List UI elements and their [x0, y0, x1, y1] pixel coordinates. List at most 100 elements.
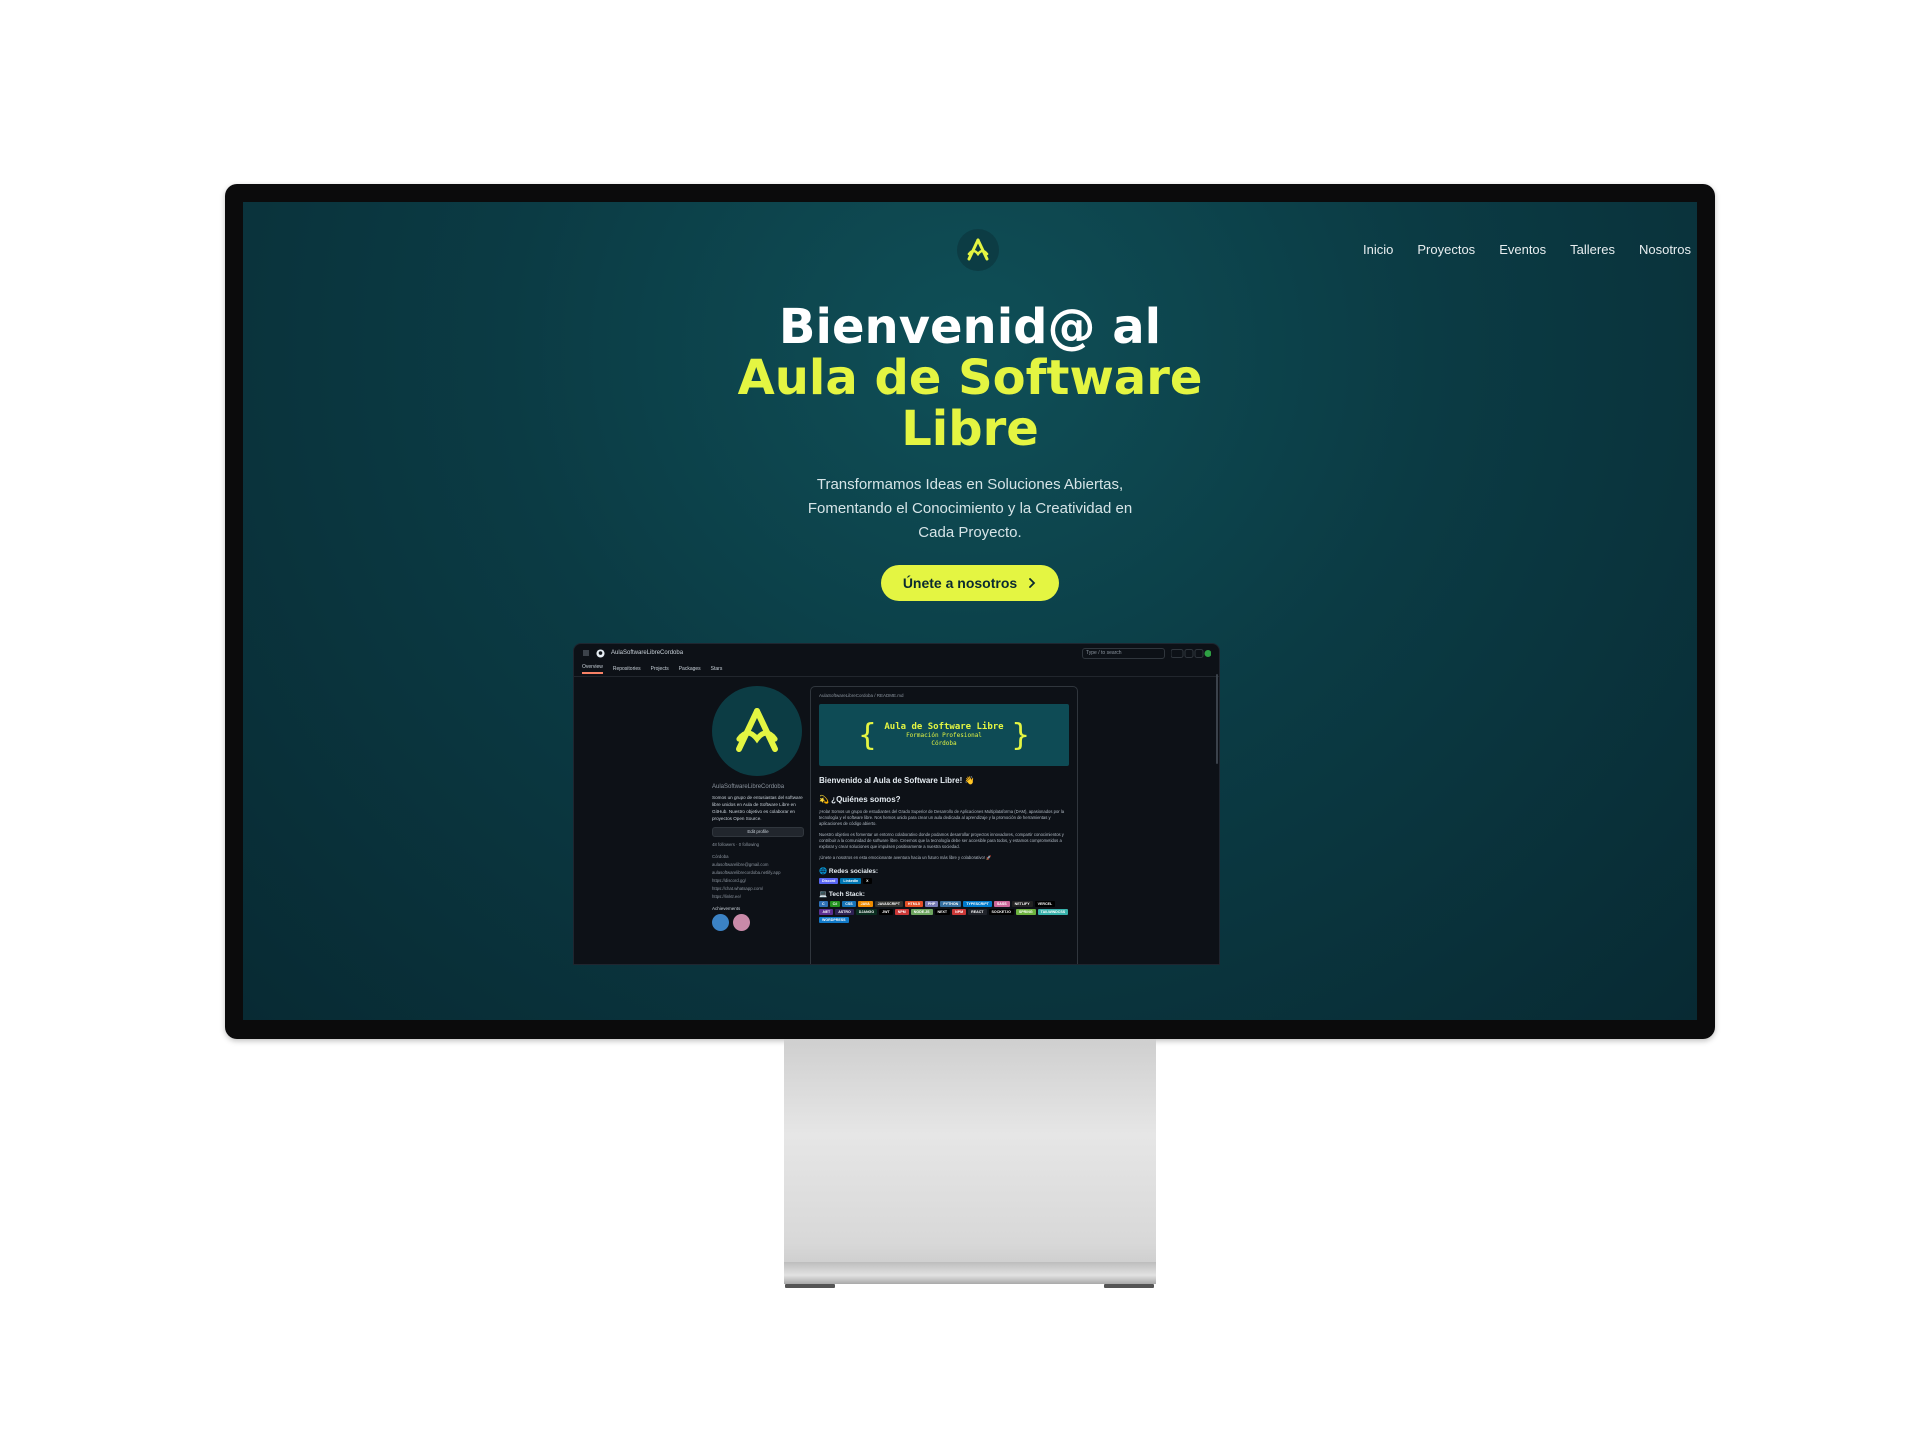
- tech-badge: PYTHON: [940, 901, 962, 907]
- github-meta-list: Córdoba aulasoftwarelibre@gmail.com aula…: [712, 853, 804, 901]
- banner-sub2: Córdoba: [931, 740, 957, 747]
- hero: Bienvenid@ al Aula de Software Libre Tra…: [243, 302, 1697, 601]
- tech-badge: SPRING: [1015, 909, 1036, 915]
- readme-banner: { Aula de Software Libre Formación Profe…: [819, 704, 1069, 766]
- banner-text: Aula de Software Libre Formación Profesi…: [884, 722, 1003, 748]
- github-sidebar: AulaSoftwareLibreCordoba Somos un grupo …: [712, 686, 804, 931]
- join-button-label: Únete a nosotros: [902, 575, 1018, 591]
- readme-panel: AulaSoftwareLibreCordoba / README.md { A…: [810, 686, 1078, 964]
- scrollbar[interactable]: [1216, 674, 1218, 764]
- tech-badge: HTML5: [904, 901, 923, 907]
- readme-para3: ¡Únete a nosotros en esta emocionante av…: [819, 855, 992, 860]
- banner-title: Aula de Software Libre: [884, 722, 1004, 732]
- tech-badge: TAILWINDCSS: [1037, 909, 1069, 915]
- github-profile-screenshot: AulaSoftwareLibreCordoba Type / to searc…: [573, 643, 1220, 965]
- meta-email[interactable]: aulasoftwarelibre@gmail.com: [712, 861, 804, 869]
- readme-who-heading: 💫 ¿Quiénes somos?: [819, 795, 901, 804]
- github-repo-title: AulaSoftwareLibreCordoba: [611, 650, 684, 656]
- hero-title-line3: Libre: [901, 401, 1039, 457]
- social-x[interactable]: X: [863, 878, 872, 884]
- main-nav: Inicio Proyectos Eventos Talleres Nosotr…: [1363, 242, 1691, 257]
- readme-para2: Nuestro objetivo es fomentar un entorno …: [819, 832, 1064, 849]
- tech-badge: SOCKET.IO: [988, 909, 1014, 915]
- stand-foot-left: [785, 1284, 835, 1288]
- hero-subtitle: Transformamos Ideas en Soluciones Abiert…: [807, 476, 1133, 541]
- hero-title: Bienvenid@ al Aula de Software Libre: [243, 302, 1697, 455]
- monitor-stand-base: [784, 1262, 1156, 1284]
- hero-title-line2: Aula de Software: [737, 350, 1203, 406]
- tab-packages[interactable]: Packages: [679, 666, 701, 672]
- achievement-badge[interactable]: [712, 914, 729, 931]
- tab-stars[interactable]: Stars: [711, 666, 723, 672]
- edit-profile-button[interactable]: Edit profile: [712, 827, 804, 837]
- tech-badge: ASTRO: [835, 909, 854, 915]
- menu-icon: [583, 650, 589, 656]
- monitor: Inicio Proyectos Eventos Talleres Nosotr…: [225, 184, 1715, 1039]
- meta-website[interactable]: aulasoftwarelibrecordoba.netlify.app: [712, 869, 804, 877]
- join-button[interactable]: Únete a nosotros: [880, 565, 1060, 601]
- tab-overview[interactable]: Overview: [582, 664, 603, 674]
- brace-right-icon: }: [1011, 717, 1030, 753]
- tab-repositories[interactable]: Repositories: [613, 666, 641, 672]
- readme-social-heading: 🌐 Redes sociales:: [819, 868, 879, 875]
- tech-badge: SASS: [993, 901, 1010, 907]
- github-topbar: AulaSoftwareLibreCordoba Type / to searc…: [574, 644, 1219, 662]
- nav-inicio[interactable]: Inicio: [1363, 242, 1393, 257]
- meta-link-linktree[interactable]: https://linktr.ee/: [712, 893, 804, 901]
- github-toolbar-icons: [1171, 648, 1211, 658]
- tech-badge: NPM: [952, 909, 967, 915]
- brace-left-icon: {: [858, 717, 877, 753]
- chevron-right-icon: [1029, 578, 1036, 588]
- avatar: [712, 686, 802, 776]
- tech-badge: REACT: [968, 909, 987, 915]
- readme-welcome: Bienvenido al Aula de Software Libre! 👋: [819, 776, 975, 785]
- tech-badge: NODE.JS: [910, 909, 933, 915]
- github-bio: Somos un grupo de entusiastas del softwa…: [712, 795, 803, 821]
- readme-path: AulaSoftwareLibreCordoba / README.md: [819, 693, 904, 698]
- site-logo[interactable]: [957, 229, 999, 271]
- meta-location: Córdoba: [712, 854, 729, 859]
- achievements-label: Achievements: [712, 906, 741, 911]
- tech-badge: CSS: [842, 901, 856, 907]
- tech-badge: C: [819, 901, 828, 907]
- readme-para1: ¡Hola! Somos un grupo de estudiantes del…: [819, 809, 1065, 826]
- tech-badge: DJANGO: [855, 909, 878, 915]
- tech-badge: .NET: [819, 909, 834, 915]
- tech-badge: JWT: [879, 909, 893, 915]
- github-icon: [596, 648, 605, 658]
- hero-title-line1: Bienvenid@ al: [778, 299, 1162, 355]
- social-discord[interactable]: Discord: [819, 878, 839, 884]
- tech-stack-badges: C C# CSS JAVA JAVASCRIPT HTML5 PHP PYTHON TYPESC…: [819, 901, 1069, 923]
- tech-badge: TYPESCRIPT: [963, 901, 992, 907]
- tech-badge: NETLIFY: [1011, 901, 1033, 907]
- logo-a-icon: [967, 238, 989, 261]
- tech-badge: NPM: [894, 909, 909, 915]
- tech-badge: C#: [829, 901, 841, 907]
- github-search[interactable]: Type / to search: [1082, 647, 1165, 659]
- tech-badge: JAVASCRIPT: [874, 901, 903, 907]
- tech-badge: VERCEL: [1034, 901, 1056, 907]
- meta-link-whatsapp[interactable]: https://chat.whatsapp.com/: [712, 885, 804, 893]
- nav-talleres[interactable]: Talleres: [1570, 242, 1615, 257]
- achievement-badge[interactable]: [733, 914, 750, 931]
- logo-a-icon: [736, 708, 778, 752]
- monitor-stand: [784, 1039, 1156, 1279]
- stand-foot-right: [1104, 1284, 1154, 1288]
- tech-badge: PHP: [924, 901, 939, 907]
- nav-nosotros[interactable]: Nosotros: [1639, 242, 1691, 257]
- github-followers[interactable]: 48 followers · 0 following: [712, 841, 804, 849]
- achievements-badges: [712, 914, 804, 931]
- tech-badge: JAVA: [857, 901, 873, 907]
- nav-proyectos[interactable]: Proyectos: [1417, 242, 1475, 257]
- readme-stack-heading: 💻 Tech Stack:: [819, 891, 865, 898]
- banner-sub1: Formación Profesional: [906, 732, 982, 739]
- meta-link-discord[interactable]: https://discord.gg/: [712, 877, 804, 885]
- tech-badge: NEXT: [934, 909, 951, 915]
- screen: Inicio Proyectos Eventos Talleres Nosotr…: [243, 202, 1697, 1020]
- social-linkedin[interactable]: LinkedIn: [840, 878, 862, 884]
- github-username: AulaSoftwareLibreCordoba: [712, 784, 785, 790]
- nav-eventos[interactable]: Eventos: [1499, 242, 1546, 257]
- tab-projects[interactable]: Projects: [651, 666, 669, 672]
- github-tabs: Overview Repositories Projects Packages …: [574, 662, 1219, 677]
- social-badges: Discord LinkedIn X: [819, 878, 1069, 884]
